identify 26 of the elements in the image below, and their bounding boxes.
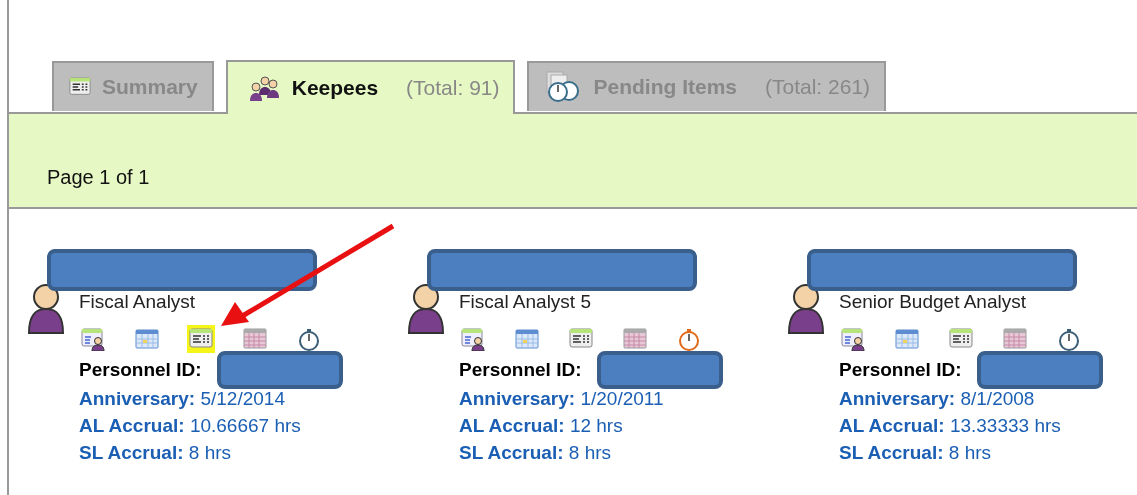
detail-field: AL Accrual: 12 hrs: [459, 415, 623, 437]
people-tab[interactable]: Keepees (Total: 91): [225, 60, 516, 114]
detail-field: Anniversary: 1/20/2011: [459, 388, 664, 410]
job-title: Senior Budget Analyst: [839, 291, 1027, 313]
profile-card-icon[interactable]: [839, 325, 867, 353]
job-title: Fiscal Analyst 5: [459, 291, 592, 313]
personnel-id-label: Personnel ID:: [839, 359, 962, 380]
detail-field: SL Accrual: 8 hrs: [459, 442, 612, 464]
people-icon: [247, 75, 282, 101]
detail-field: SL Accrual: 8 hrs: [839, 442, 992, 464]
job-title: Fiscal Analyst: [79, 291, 197, 313]
detail-field: Anniversary: 5/12/2014: [79, 388, 285, 410]
person-avatar-icon: [27, 283, 65, 335]
personnel-id-label: Personnel ID:: [459, 359, 582, 380]
person-avatar-icon: [407, 283, 445, 335]
detail-field: Anniversary: 8/1/2008: [839, 388, 1035, 410]
detail-field: SL Accrual: 8 hrs: [79, 442, 232, 464]
detail-field: AL Accrual: 13.33333 hrs: [839, 415, 1061, 437]
page-indicator: Page 1 of 1: [47, 166, 150, 189]
profile-card-icon[interactable]: [459, 325, 487, 353]
highlighted-table-icon[interactable]: [187, 325, 215, 353]
profile-card-icon[interactable]: [79, 325, 107, 353]
person-avatar-icon: [787, 283, 825, 335]
detail-field: AL Accrual: 10.66667 hrs: [79, 415, 301, 437]
table-icon: [68, 76, 92, 98]
personnel-id-label: Personnel ID:: [79, 359, 202, 380]
